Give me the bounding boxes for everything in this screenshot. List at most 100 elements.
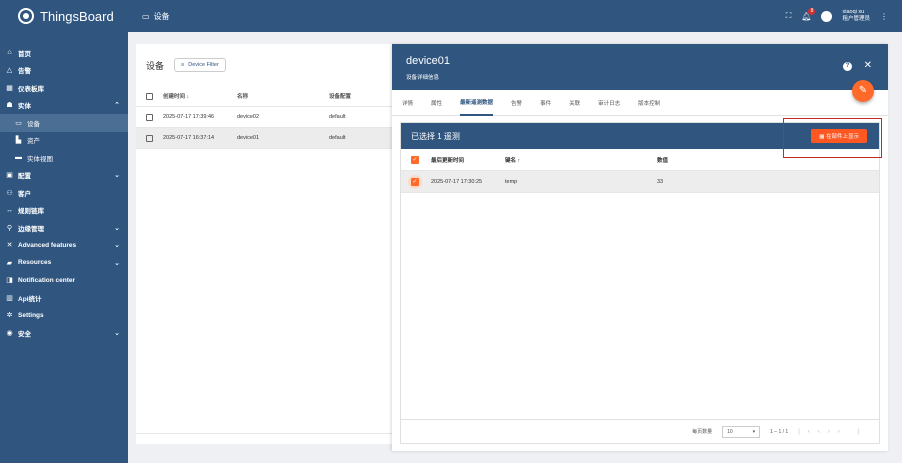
- tab-latest-telemetry[interactable]: 最新遥测数据: [460, 90, 494, 116]
- home-icon: ⌂: [7, 49, 12, 57]
- telemetry-table: 已选择 1 遥测 ▦ 在部件上显示 ✓ 最后更新时间 键名 ↑ 数值 ✓ 202…: [400, 122, 880, 444]
- entities-icon: ☗: [6, 102, 13, 110]
- paginator: 每页数量 10 ▾ 1 – 1 / 1 |‹‹›› |: [401, 419, 879, 443]
- thingsboard-logo-icon: [18, 8, 34, 24]
- row-checkbox[interactable]: [146, 134, 153, 142]
- device-icon: ▭: [142, 11, 150, 21]
- advanced-icon: ✕: [6, 242, 13, 250]
- tab-version-control[interactable]: 版本控制: [638, 90, 660, 116]
- details-tabs: 详情 属性 最新遥测数据 告警 事件 关联 审计日志 版本控制: [392, 90, 888, 116]
- sidebar-item-entity-views[interactable]: ▬ 实体视图: [0, 149, 128, 167]
- column-profile[interactable]: 设备配置: [329, 92, 389, 100]
- notification-icon: ◨: [6, 277, 13, 285]
- app-name: ThingsBoard: [40, 8, 114, 24]
- notifications-button[interactable]: 🔔︎ 8: [801, 7, 816, 21]
- page-size-select[interactable]: 10 ▾: [722, 425, 761, 438]
- profiles-icon: ▣: [6, 172, 13, 180]
- sidebar-item-advanced[interactable]: ✕ Advanced features ⌄: [0, 237, 128, 255]
- tab-audit-logs[interactable]: 审计日志: [598, 90, 620, 116]
- rule-chain-icon: ↔: [6, 206, 13, 214]
- dropdown-arrow-icon: ▾: [752, 428, 756, 435]
- tab-details[interactable]: 详情: [402, 90, 413, 116]
- table-row[interactable]: ✓ 2025-07-17 17:30:25 temp 33: [401, 171, 879, 193]
- sidebar-item-dashboards[interactable]: ▦ 仪表板库: [0, 79, 128, 97]
- list-footer: [136, 433, 392, 434]
- sidebar-nav: ⌂ 首页 △ 告警 ▦ 仪表板库 ☗ 实体 ⌃ ▭ 设备 ▙ 资产 ▬ 实体视图 ▣ 配置 ⌄ ⚇ 客…: [0, 32, 128, 342]
- column-last-update[interactable]: 最后更新时间: [431, 156, 505, 164]
- tab-alarms[interactable]: 告警: [511, 90, 522, 116]
- sidebar-item-edge[interactable]: ⚲ 边缘管理 ⌄: [0, 219, 128, 237]
- sidebar-item-customers[interactable]: ⚇ 客户: [0, 184, 128, 202]
- column-created-time[interactable]: 创建时间 ↓: [163, 92, 237, 100]
- page-title: ▭ 设备: [142, 11, 170, 21]
- top-bar: ▭ 设备 ⛶ 🔔︎ 8 xiaoqi xu 租户管理员 ⋮: [128, 0, 902, 32]
- row-checkbox[interactable]: [146, 113, 153, 121]
- edit-button[interactable]: ✎: [852, 80, 874, 102]
- user-role: 租户管理员: [842, 16, 870, 22]
- user-name: xiaoqi xu: [842, 9, 865, 15]
- details-subtitle: 设备详细信息: [406, 75, 440, 81]
- device-name: device01: [406, 55, 451, 67]
- select-all-checkbox[interactable]: [146, 92, 153, 100]
- tab-events[interactable]: 事件: [540, 90, 551, 116]
- sidebar-item-rule-chains[interactable]: ↔ 规则链库: [0, 202, 128, 220]
- column-key[interactable]: 键名 ↑: [505, 156, 657, 164]
- page-range: 1 – 1 / 1: [770, 428, 789, 435]
- api-icon: ▥: [6, 294, 13, 302]
- filter-icon: ≡: [181, 62, 185, 68]
- list-title: 设备: [146, 60, 165, 71]
- sidebar-item-notifications[interactable]: ◨ Notification center: [0, 272, 128, 290]
- more-vert-icon[interactable]: ⋮: [880, 12, 888, 21]
- device-list: 设备 ≡ Device Filter 创建时间 ↓ 名称 设备配置 2025-0…: [136, 44, 392, 444]
- row-checkbox[interactable]: ✓: [408, 174, 422, 189]
- dashboard-icon: ▦: [6, 84, 13, 92]
- entity-view-icon: ▬: [15, 154, 22, 162]
- sidebar-item-profiles[interactable]: ▣ 配置 ⌄: [0, 167, 128, 185]
- chevron-up-icon: ⌃: [114, 102, 120, 110]
- fullscreen-icon[interactable]: ⛶: [786, 11, 792, 21]
- asset-icon: ▙: [15, 137, 22, 145]
- help-icon[interactable]: ?: [843, 62, 852, 71]
- highlight-box: [783, 118, 882, 158]
- avatar[interactable]: [821, 10, 833, 22]
- sidebar-item-home[interactable]: ⌂ 首页: [0, 44, 128, 62]
- close-icon[interactable]: ✕: [864, 60, 872, 71]
- sidebar-item-api-usage[interactable]: ▥ Api统计: [0, 289, 128, 307]
- column-name[interactable]: 名称: [237, 92, 329, 100]
- table-header: 创建时间 ↓ 名称 设备配置: [136, 86, 392, 107]
- page-nav-icons[interactable]: |‹‹›› |: [798, 429, 867, 435]
- notification-badge: 8: [808, 7, 816, 15]
- chevron-down-icon: ⌄: [114, 242, 120, 250]
- sidebar-item-entities[interactable]: ☗ 实体 ⌃: [0, 97, 128, 115]
- device-details-panel: device01 设备详细信息 ? ✕ ✎ 详情 属性 最新遥测数据 告警 事件…: [392, 44, 888, 451]
- sidebar-item-alarms[interactable]: △ 告警: [0, 62, 128, 80]
- per-page-label: 每页数量: [692, 429, 713, 435]
- chevron-down-icon: ⌄: [114, 259, 120, 267]
- tab-attributes[interactable]: 属性: [431, 90, 442, 116]
- sidebar-item-settings[interactable]: ✲ Settings: [0, 307, 128, 325]
- chevron-down-icon: ⌄: [114, 172, 120, 180]
- edge-icon: ⚲: [6, 224, 13, 232]
- select-all-checkbox[interactable]: ✓: [411, 155, 419, 164]
- resources-icon: ▰: [6, 259, 13, 267]
- app-logo[interactable]: ThingsBoard: [0, 0, 128, 32]
- pencil-icon: ✎: [858, 85, 868, 96]
- table-row[interactable]: 2025-07-17 17:39:46 device02 default: [136, 107, 392, 128]
- table-row[interactable]: 2025-07-17 16:37:14 device01 default: [136, 128, 392, 149]
- shield-icon: ◉: [6, 329, 13, 337]
- sidebar-item-resources[interactable]: ▰ Resources ⌄: [0, 254, 128, 272]
- tab-relations[interactable]: 关联: [569, 90, 580, 116]
- chevron-down-icon: ⌄: [114, 224, 120, 232]
- gear-icon: ✲: [6, 312, 13, 320]
- check-icon: ✓: [411, 177, 419, 186]
- chevron-down-icon: ⌄: [114, 329, 120, 337]
- sidebar-item-security[interactable]: ◉ 安全 ⌄: [0, 324, 128, 342]
- device-icon: ▭: [15, 119, 22, 127]
- warning-icon: △: [6, 67, 13, 75]
- sidebar-item-assets[interactable]: ▙ 资产: [0, 132, 128, 150]
- sidebar: ThingsBoard ⌂ 首页 △ 告警 ▦ 仪表板库 ☗ 实体 ⌃ ▭ 设备 ▙ 资产 ▬…: [0, 0, 128, 463]
- user-info[interactable]: xiaoqi xu 租户管理员: [842, 9, 870, 23]
- sidebar-item-devices[interactable]: ▭ 设备: [0, 114, 128, 132]
- device-filter-button[interactable]: ≡ Device Filter: [174, 58, 226, 72]
- column-value: 数值: [657, 157, 669, 164]
